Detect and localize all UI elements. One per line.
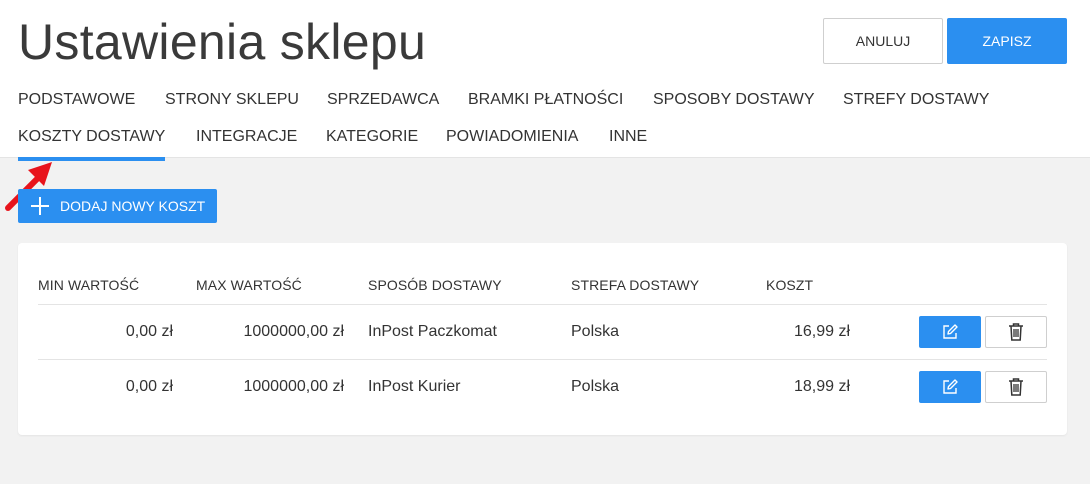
cell-max: 1000000,00 zł — [243, 378, 344, 395]
delete-button[interactable] — [985, 316, 1047, 348]
save-button[interactable]: ZAPISZ — [947, 18, 1067, 64]
edit-icon — [943, 379, 958, 394]
column-header-max: MAX WARTOŚĆ — [196, 277, 302, 293]
plus-icon — [31, 197, 49, 215]
row-divider — [38, 359, 1047, 360]
page-title: Ustawienia sklepu — [18, 14, 427, 70]
trash-icon — [1009, 378, 1023, 396]
tab-sprzedawca[interactable]: SPRZEDAWCA — [327, 89, 439, 111]
tab-bramki-platnosci[interactable]: BRAMKI PŁATNOŚCI — [468, 89, 623, 111]
cell-zone: Polska — [571, 323, 620, 340]
tab-podstawowe[interactable]: PODSTAWOWE — [18, 89, 135, 111]
cell-min: 0,00 zł — [125, 323, 173, 340]
cell-cost: 18,99 zł — [793, 378, 850, 395]
trash-icon — [1009, 323, 1023, 341]
cell-method: InPost Kurier — [368, 378, 461, 395]
tab-kategorie[interactable]: KATEGORIE — [326, 126, 418, 148]
row-divider — [38, 304, 1047, 305]
cell-cost: 16,99 zł — [793, 323, 850, 340]
add-cost-label: DODAJ NOWY KOSZT — [60, 198, 206, 214]
tab-strony-sklepu[interactable]: STRONY SKLEPU — [165, 89, 299, 111]
shipping-costs-table — [18, 243, 1067, 435]
column-header-cost: KOSZT — [766, 277, 814, 293]
edit-button[interactable] — [919, 371, 981, 403]
cell-zone: Polska — [571, 378, 620, 395]
column-header-min: MIN WARTOŚĆ — [38, 277, 140, 293]
tab-inne[interactable]: INNE — [609, 126, 647, 148]
tab-strefy-dostawy[interactable]: STREFY DOSTAWY — [843, 89, 989, 111]
tab-sposoby-dostawy[interactable]: SPOSOBY DOSTAWY — [653, 89, 815, 111]
column-header-method: SPOSÓB DOSTAWY — [368, 277, 502, 293]
edit-icon — [943, 324, 958, 339]
tab-integracje[interactable]: INTEGRACJE — [196, 126, 297, 148]
edit-button[interactable] — [919, 316, 981, 348]
cell-max: 1000000,00 zł — [243, 323, 344, 340]
delete-button[interactable] — [985, 371, 1047, 403]
tab-koszty-dostawy[interactable]: KOSZTY DOSTAWY — [18, 126, 166, 161]
column-header-zone: STREFA DOSTAWY — [571, 277, 700, 293]
cell-method: InPost Paczkomat — [368, 323, 497, 340]
page-header: Ustawienia sklepu ANULUJ ZAPISZ PODSTAWO… — [0, 0, 1090, 161]
cancel-button[interactable]: ANULUJ — [823, 18, 943, 64]
add-cost-button[interactable]: DODAJ NOWY KOSZT — [18, 189, 217, 223]
cell-min: 0,00 zł — [125, 378, 173, 395]
tab-powiadomienia[interactable]: POWIADOMIENIA — [446, 126, 578, 148]
